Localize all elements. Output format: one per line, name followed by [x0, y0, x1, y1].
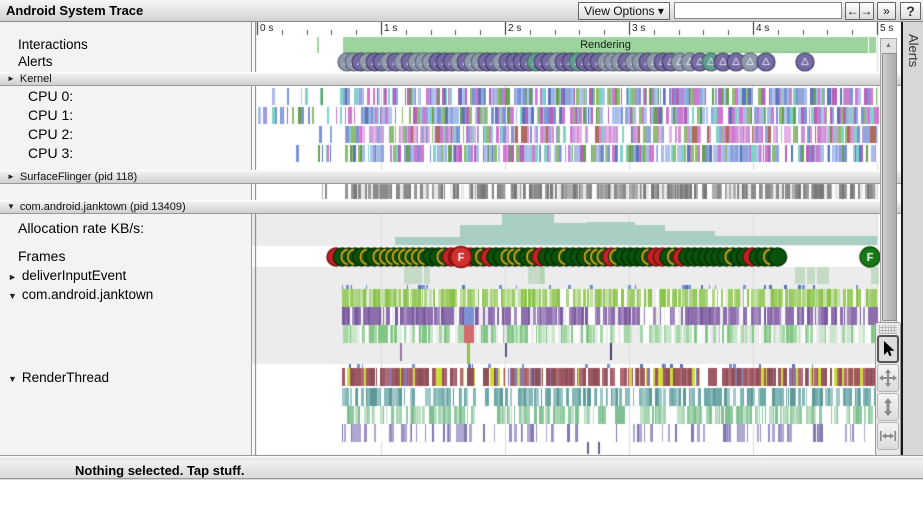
renderthread-track[interactable] [252, 364, 878, 455]
ruler-tick-label: 5 s [880, 23, 894, 34]
kernel-section-header[interactable]: ► Kernel [0, 72, 901, 86]
cpu0-track[interactable] [252, 86, 878, 105]
collapse-arrow-icon: ► [8, 272, 17, 282]
vertical-scrollbar[interactable]: ▲ [880, 38, 897, 324]
cursor-icon [884, 341, 895, 357]
pan-left-button[interactable]: ← [845, 2, 860, 20]
deliver-input-event-row[interactable]: ► deliverInputEvent [8, 268, 126, 283]
alloc-rate-track[interactable] [252, 213, 878, 246]
collapse-arrow-icon: ► [7, 74, 15, 83]
view-options-button[interactable]: View Options ▾ [578, 2, 670, 20]
ruler-tick-label: 3 s [632, 23, 646, 34]
cpu0-row-label: CPU 0: [28, 88, 74, 104]
cpu3-row-label: CPU 3: [28, 145, 74, 161]
ruler-tick-label: 2 s [508, 23, 522, 34]
expand-arrow-icon: ▼ [8, 291, 17, 301]
interactions-row-label: Interactions [18, 37, 88, 52]
ruler-tick-label: 1 s [384, 23, 398, 34]
alerts-row-label: Alerts [18, 54, 53, 69]
scroll-up-arrow-icon[interactable]: ▲ [881, 39, 896, 52]
android-system-trace-window: Android System Trace View Options ▾ ← → … [0, 0, 923, 507]
cpu3-track[interactable] [252, 143, 878, 162]
detail-panel [0, 480, 923, 507]
cpu1-track[interactable] [252, 105, 878, 124]
renderthread-row[interactable]: ▼ RenderThread [8, 370, 109, 385]
tool-palette [875, 322, 901, 456]
ruler-tick-label: 0 s [260, 23, 274, 34]
frames-row-label: Frames [18, 248, 66, 264]
alloc-rate-row-label: Allocation rate KB/s: [18, 220, 145, 236]
surfaceflinger-track[interactable] [252, 183, 878, 200]
cpu2-row-label: CPU 2: [28, 126, 74, 142]
select-tool-button[interactable] [877, 335, 899, 363]
scrollbar-thumb[interactable] [882, 53, 897, 321]
cpu1-row-label: CPU 1: [28, 107, 74, 123]
page-title: Android System Trace [6, 3, 144, 18]
horizontal-zoom-tool-button[interactable] [877, 422, 899, 450]
alerts-side-tab-label: Alerts [906, 34, 921, 68]
vertical-arrows-icon [884, 398, 892, 416]
janktown-thread-row[interactable]: ▼ com.android.janktown [8, 287, 153, 302]
cpu2-track[interactable] [252, 124, 878, 143]
tool-palette-grip[interactable] [879, 325, 897, 334]
deliver-input-track[interactable] [252, 267, 878, 285]
pan-move-icon [879, 369, 897, 387]
title-bar: Android System Trace View Options ▾ ← → … [0, 0, 923, 22]
interactions-track[interactable] [252, 36, 878, 53]
ruler-tick-label: 4 s [756, 23, 770, 34]
vertical-zoom-tool-button[interactable] [877, 393, 899, 421]
search-input[interactable] [674, 2, 842, 19]
help-button[interactable]: ? [900, 2, 921, 20]
alerts-side-tab[interactable]: Alerts [901, 22, 923, 456]
selection-status-bar: Nothing selected. Tap stuff. [0, 460, 923, 479]
status-message: Nothing selected. Tap stuff. [75, 463, 245, 478]
more-button[interactable]: » [877, 2, 896, 20]
process-section-header[interactable]: ▼ com.android.janktown (pid 13409) [0, 200, 901, 214]
collapse-arrow-icon: ► [7, 172, 15, 181]
frames-track[interactable] [252, 246, 878, 267]
alerts-track[interactable] [252, 53, 878, 72]
horizontal-arrows-icon [880, 431, 896, 441]
surfaceflinger-section-header[interactable]: ► SurfaceFlinger (pid 118) [0, 170, 901, 184]
pan-tool-button[interactable] [877, 364, 899, 392]
pan-right-button[interactable]: → [859, 2, 874, 20]
expand-arrow-icon: ▼ [8, 374, 17, 384]
expand-arrow-icon: ▼ [7, 202, 15, 211]
janktown-thread-track[interactable] [252, 285, 878, 364]
